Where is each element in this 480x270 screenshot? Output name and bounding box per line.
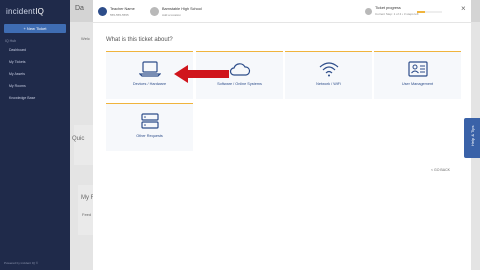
red-arrow-annotation [174, 65, 229, 83]
sidebar-item-my-rooms[interactable]: My Rooms [9, 84, 26, 88]
category-card-other-requests[interactable]: Other Requests [106, 103, 193, 151]
category-label: Other Requests [136, 134, 163, 138]
progress-bar-fill [417, 11, 425, 13]
sidebar-section-label: IQ Hub [5, 39, 17, 43]
background-feed-label: Feed [82, 212, 92, 217]
ticket-header: Teacher Name 555-555-5555 Barnstable Hig… [93, 0, 471, 23]
laptop-icon [139, 61, 161, 77]
progress-bar [417, 11, 442, 13]
server-icon [141, 113, 159, 129]
sidebar-footer: Powered by incident IQ © [4, 261, 39, 265]
sidebar-item-dashboard[interactable]: Dashboard [9, 48, 26, 52]
wifi-icon [319, 62, 339, 77]
background-card [74, 125, 94, 165]
progress-step-text: Current Step: 1 of 4 • 3 steps left [375, 12, 419, 16]
category-label: User Management [401, 82, 434, 86]
go-back-link[interactable]: < GO BACK [431, 168, 450, 172]
sidebar-item-my-assets[interactable]: My Assets [9, 72, 25, 76]
help-tips-tab[interactable]: Help & Tips [464, 118, 480, 158]
progress-title: Ticket progress [375, 6, 401, 10]
category-card-user-management[interactable]: User Management [374, 51, 461, 99]
background-quick-label: Quic [72, 136, 85, 142]
requester-avatar [98, 7, 107, 16]
sidebar-item-my-tickets[interactable]: My Tickets [9, 60, 26, 64]
new-ticket-panel: Teacher Name 555-555-5555 Barnstable Hig… [93, 0, 471, 270]
location-sub[interactable]: Add a location [162, 13, 181, 17]
requester-name[interactable]: Teacher Name [110, 7, 135, 11]
background-title: Da [75, 5, 84, 12]
progress-icon [365, 8, 372, 15]
location-name[interactable]: Barnstable High School [162, 7, 202, 11]
category-label: Network / WiFi [316, 82, 341, 86]
category-card-network-wifi[interactable]: Network / WiFi [285, 51, 372, 99]
sidebar-item-knowledge-base[interactable]: Knowledge Base [9, 96, 35, 100]
ticket-question: What is this ticket about? [106, 37, 173, 43]
new-ticket-button[interactable]: + New Ticket [4, 24, 66, 33]
id-card-icon [408, 61, 428, 77]
location-icon [150, 7, 159, 16]
help-tips-label: Help & Tips [470, 125, 475, 146]
app-logo: incidentIQ [6, 7, 45, 16]
cloud-icon [229, 63, 251, 76]
sidebar: incidentIQ + New Ticket IQ Hub Dashboard… [0, 0, 70, 270]
close-icon[interactable]: × [461, 5, 466, 13]
background-welcome: Welc [81, 36, 90, 41]
requester-phone: 555-555-5555 [110, 13, 129, 17]
